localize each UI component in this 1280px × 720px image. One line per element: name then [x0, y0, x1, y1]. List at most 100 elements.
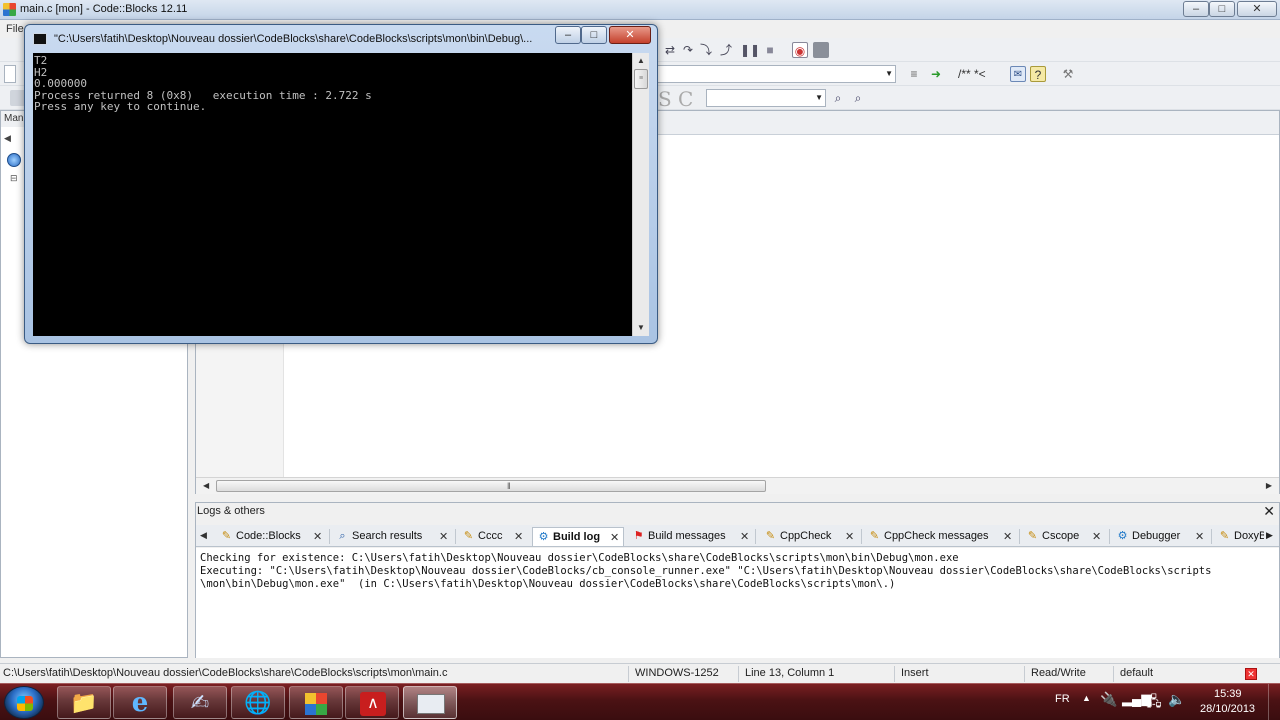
taskbar-app-3[interactable]: ✍: [173, 686, 227, 719]
scroll-right-icon[interactable]: ▶: [1266, 481, 1272, 490]
scrollbar-thumb[interactable]: ‖: [216, 480, 766, 492]
console-close-button[interactable]: ✕: [609, 26, 651, 44]
stop-icon[interactable]: ■: [762, 42, 778, 58]
tab-separator: [1211, 529, 1212, 544]
symbol-s-button[interactable]: S: [658, 87, 672, 111]
tab-close-icon[interactable]: ✕: [845, 530, 854, 543]
menu-file[interactable]: File: [6, 23, 24, 35]
tab-debugger[interactable]: ⚙ Debugger ✕: [1112, 527, 1210, 546]
debug-next-icon[interactable]: ↷: [680, 42, 696, 58]
show-desktop-button[interactable]: [1268, 684, 1280, 720]
help-icon[interactable]: ?: [1030, 66, 1046, 82]
debug-step-out-icon[interactable]: ⤴: [718, 42, 734, 58]
logs-pane-title: Logs & others: [197, 505, 265, 517]
main-title-bar[interactable]: main.c [mon] - Code::Blocks 12.11 – □ ✕: [0, 0, 1280, 20]
tab-cppcheck[interactable]: ✎ CppCheck ✕: [760, 527, 860, 546]
notification-icon[interactable]: ✕: [1245, 668, 1257, 680]
tab-codeblocks[interactable]: ✎ Code::Blocks ✕: [216, 527, 328, 546]
debug-window-icon[interactable]: ◉: [792, 42, 808, 58]
search-icon[interactable]: ⌕: [830, 90, 846, 106]
scroll-up-icon[interactable]: ▲: [633, 53, 649, 69]
codeblocks-app-icon: [3, 3, 16, 16]
pause-icon[interactable]: ❚❚: [740, 42, 760, 58]
start-button[interactable]: [4, 686, 44, 719]
logs-pane: Logs & others ✕ ◀ ✎ Code::Blocks ✕ ⌕ Search…: [195, 502, 1280, 658]
scroll-left-icon[interactable]: ◀: [203, 481, 209, 490]
clock-time[interactable]: 15:39: [1214, 688, 1242, 700]
build-target-select[interactable]: [4, 65, 16, 83]
debug-step-into-icon[interactable]: ⤵: [698, 42, 714, 58]
console-maximize-button[interactable]: □: [581, 26, 607, 44]
tab-separator: [329, 529, 330, 544]
search-combo[interactable]: ▼: [706, 89, 826, 107]
language-indicator[interactable]: FR: [1055, 693, 1070, 705]
tab-build-log[interactable]: ⚙ Build log ✕: [532, 527, 624, 546]
tab-close-icon[interactable]: ✕: [1092, 530, 1101, 543]
scroll-down-icon[interactable]: ▼: [633, 320, 649, 336]
network-icon[interactable]: 🖧: [1146, 691, 1162, 715]
console-scrollbar-thumb[interactable]: ≡: [634, 69, 648, 89]
tabs-scroll-right-icon[interactable]: ▶: [1266, 530, 1273, 541]
run-to-cursor-icon[interactable]: ➜: [928, 66, 944, 82]
document-icon: ✎: [1219, 530, 1230, 542]
close-button[interactable]: ✕: [1237, 1, 1277, 17]
console-body[interactable]: T2 H2 0.000000 Process returned 8 (0x8) exe…: [33, 53, 649, 336]
magnifier-icon[interactable]: ⌕: [850, 90, 866, 106]
taskbar-explorer[interactable]: 📁: [57, 686, 111, 719]
taskbar-acrobat[interactable]: ∧: [345, 686, 399, 719]
tab-cscope[interactable]: ✎ Cscope ✕: [1022, 527, 1108, 546]
doc-icon[interactable]: ✉: [1010, 66, 1026, 82]
tab-label: Build messages: [648, 530, 726, 542]
code-completion-select[interactable]: ▼: [656, 65, 896, 83]
tab-close-icon[interactable]: ✕: [439, 530, 448, 543]
wrench-icon[interactable]: ⚒: [1060, 66, 1076, 82]
tab-close-icon[interactable]: ✕: [1003, 530, 1012, 543]
status-separator: [1024, 666, 1025, 682]
tab-cppcheck-messages[interactable]: ✎ CppCheck messages ✕: [864, 527, 1018, 546]
console-window-icon: [417, 694, 445, 714]
taskbar-console[interactable]: [403, 686, 457, 719]
status-separator: [628, 666, 629, 682]
console-window[interactable]: "C:\Users\fatih\Desktop\Nouveau dossier\…: [24, 24, 658, 344]
console-vertical-scrollbar[interactable]: ▲ ≡ ▼: [632, 53, 649, 336]
taskbar-app-4[interactable]: 🌐: [231, 686, 285, 719]
console-line: H2: [34, 65, 48, 79]
comment-block-button[interactable]: /** *<: [958, 67, 986, 81]
windows-logo-icon: [17, 696, 33, 711]
tab-close-icon[interactable]: ✕: [610, 531, 619, 544]
editor-horizontal-scrollbar[interactable]: ◀ ‖ ▶: [196, 477, 1279, 494]
tree-expand-icon[interactable]: ⊟: [10, 173, 18, 184]
status-read-write: Read/Write: [1031, 667, 1086, 679]
info-window-icon[interactable]: [813, 42, 829, 58]
tab-close-icon[interactable]: ✕: [1195, 530, 1204, 543]
clock-date[interactable]: 28/10/2013: [1200, 703, 1255, 715]
console-title-bar[interactable]: "C:\Users\fatih\Desktop\Nouveau dossier\…: [25, 25, 657, 53]
status-cursor-position: Line 13, Column 1: [745, 667, 835, 679]
tab-cccc[interactable]: ✎ Cccc ✕: [458, 527, 528, 546]
power-icon[interactable]: 🔌: [1100, 691, 1117, 708]
globe-icon: 🌐: [244, 690, 272, 715]
debug-step-icon[interactable]: ⇄: [662, 42, 678, 58]
tab-close-icon[interactable]: ✕: [514, 530, 523, 543]
tab-close-icon[interactable]: ✕: [313, 530, 322, 543]
minimize-button[interactable]: –: [1183, 1, 1209, 17]
console-line: 0.000000: [34, 77, 87, 90]
tab-scroll-left-icon[interactable]: ◀: [4, 133, 11, 144]
workspace-icon[interactable]: [7, 153, 21, 167]
tab-close-icon[interactable]: ✕: [740, 530, 749, 543]
tabs-scroll-left-icon[interactable]: ◀: [200, 530, 207, 541]
tab-search-results[interactable]: ⌕ Search results ✕: [332, 527, 454, 546]
tab-build-messages[interactable]: ⚑ Build messages ✕: [628, 527, 753, 546]
maximize-button[interactable]: □: [1209, 1, 1235, 17]
tray-expand-icon[interactable]: ▲: [1082, 693, 1091, 703]
tab-doxyblocks[interactable]: ✎ DoxyB: [1214, 527, 1264, 546]
tab-label: DoxyB: [1234, 530, 1264, 542]
volume-icon[interactable]: 🔈: [1168, 691, 1185, 708]
logs-close-icon[interactable]: ✕: [1263, 503, 1275, 520]
taskbar-codeblocks[interactable]: [289, 686, 343, 719]
build-log-content[interactable]: Checking for existence: C:\Users\fatih\D…: [196, 548, 1279, 658]
taskbar-internet-explorer[interactable]: e: [113, 686, 167, 719]
console-minimize-button[interactable]: –: [555, 26, 581, 44]
stack-icon[interactable]: ≡: [906, 66, 922, 82]
symbol-c-button[interactable]: C: [678, 87, 693, 111]
